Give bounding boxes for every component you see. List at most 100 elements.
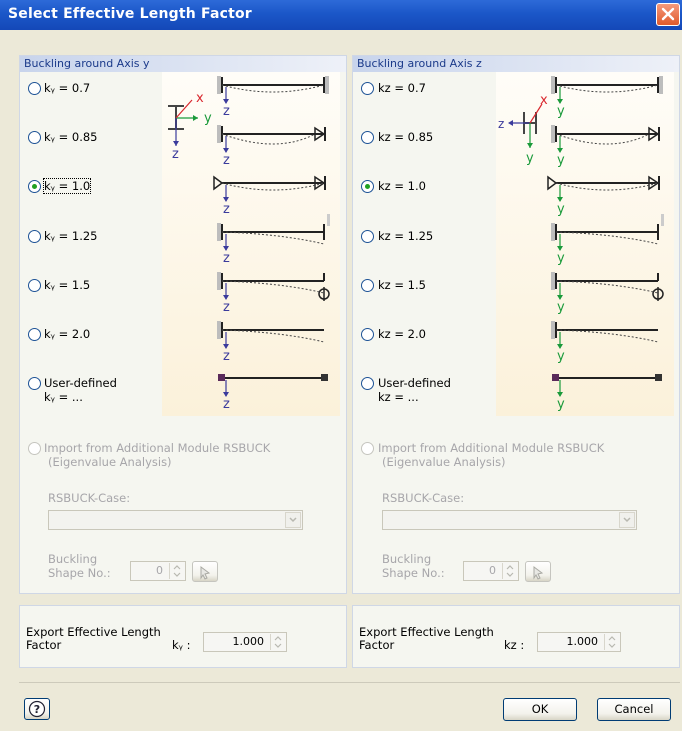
beam-diagram-fixed-pin: z <box>217 125 326 168</box>
axis-label: z <box>223 300 230 315</box>
beam-diagram-fixed-spring: y <box>551 272 664 315</box>
radio-right-option[interactable] <box>361 279 374 292</box>
axis-label: z <box>223 349 230 364</box>
radio-right-option-label: kz = 1.5 <box>378 278 426 292</box>
export-value-z: 1.000 <box>566 635 599 648</box>
radio-user-defined-y[interactable] <box>28 377 41 390</box>
import-sublabel-z: (Eigenvalue Analysis) <box>382 455 506 469</box>
close-icon <box>661 7 675 21</box>
radio-left-option-label: kᵧ = 0.7 <box>44 81 91 95</box>
shape-no-value-y: 0 <box>156 564 163 577</box>
chevron-down-icon <box>619 512 635 528</box>
shape-no-spinner-z[interactable]: 0 <box>463 561 519 581</box>
radio-left-option[interactable] <box>28 131 41 144</box>
spin-arrows-icon <box>270 634 285 650</box>
close-button[interactable] <box>656 3 680 26</box>
axis-icon-y: y x z <box>168 91 212 162</box>
beam-diagram-fixed-fixed: y <box>551 76 663 119</box>
radio-left-option[interactable] <box>28 230 41 243</box>
axis-label: x <box>540 93 548 108</box>
radio-right-option-label: kz = 2.0 <box>378 327 426 341</box>
export-value-y: 1.000 <box>232 635 265 648</box>
beam-diagram-user: y <box>552 374 662 412</box>
rsbuck-case-select-y[interactable] <box>48 510 303 530</box>
axis-label: y <box>526 151 534 166</box>
diagram-axis-z: z x y y y y y y y y <box>496 72 674 416</box>
spin-arrows-icon <box>502 563 517 579</box>
axis-label: y <box>557 349 565 364</box>
export-k-label-y: kᵧ : <box>172 638 191 652</box>
spin-arrows-icon <box>169 563 184 579</box>
window-title: Select Effective Length Factor <box>8 6 252 22</box>
radio-right-option[interactable] <box>361 328 374 341</box>
radio-left-option[interactable] <box>28 82 41 95</box>
rsbuck-case-select-z[interactable] <box>382 510 637 530</box>
axis-label: y <box>557 153 565 168</box>
axis-label: y <box>557 300 565 315</box>
chevron-down-icon <box>285 512 301 528</box>
group-axis-y-title: Buckling around Axis y <box>20 56 346 72</box>
radio-left-option[interactable] <box>28 180 41 193</box>
axis-label: z <box>223 202 230 217</box>
radio-left-option-label: kᵧ = 0.85 <box>44 130 98 144</box>
export-label-z: Export Effective Length <box>359 625 494 639</box>
shape-no-label-z: Shape No.: <box>382 566 445 580</box>
user-defined-sub-z: kz = ... <box>378 390 419 404</box>
shape-no-label-y: Shape No.: <box>48 566 111 580</box>
radio-right-option-label: kz = 0.85 <box>378 130 434 144</box>
ok-button[interactable]: OK <box>503 698 577 721</box>
diagram-axis-y-svg: y x z z z z z z z z <box>168 76 330 412</box>
radio-right-option[interactable] <box>361 82 374 95</box>
help-icon: ? <box>28 700 46 718</box>
axis-label: y <box>557 202 565 217</box>
title-bar[interactable]: Select Effective Length Factor <box>0 0 682 30</box>
export-factor-spinner-y[interactable]: 1.000 <box>203 632 287 652</box>
shape-no-spinner-y[interactable]: 0 <box>130 561 186 581</box>
radio-left-option-label: kᵧ = 2.0 <box>44 327 91 341</box>
pick-shape-button-z[interactable] <box>525 561 551 582</box>
diagram-axis-y: y x z z z z z z z z <box>162 72 340 416</box>
export-k-label-z: kz : <box>504 638 525 652</box>
beam-diagram-pin-pin: z <box>213 175 326 217</box>
radio-right-option[interactable] <box>361 230 374 243</box>
axis-label: z <box>223 104 230 119</box>
radio-import-rsbuck-z[interactable] <box>361 442 374 455</box>
radio-left-option[interactable] <box>28 279 41 292</box>
export-factor-spinner-z[interactable]: 1.000 <box>537 632 621 652</box>
separator <box>19 682 680 683</box>
export-label-y: Export Effective Length <box>26 625 161 639</box>
beam-diagram-fixed-spring: z <box>217 272 330 315</box>
export-sublabel-z: Factor <box>359 638 395 652</box>
axis-label: x <box>196 91 204 106</box>
group-axis-z-title: Buckling around Axis z <box>353 56 679 72</box>
import-label-y: Import from Additional Module RSBUCK <box>44 441 271 455</box>
diagram-axis-z-svg: z x y y y y y y y y <box>498 76 664 412</box>
shape-no-value-z: 0 <box>489 564 496 577</box>
axis-label: y <box>204 111 212 126</box>
beam-diagram-fixed-slide: z <box>217 214 330 266</box>
axis-icon-z: z x y <box>498 93 548 166</box>
axis-label: y <box>557 251 565 266</box>
cancel-button[interactable]: Cancel <box>597 698 671 721</box>
radio-user-defined-z[interactable] <box>361 377 374 390</box>
axis-label: y <box>557 397 565 412</box>
radio-import-rsbuck-y[interactable] <box>28 442 41 455</box>
rsbuck-case-label-y: RSBUCK-Case: <box>48 491 131 505</box>
user-defined-sub-y: kᵧ = ... <box>44 390 83 404</box>
user-defined-label-z: User-defined <box>378 376 451 390</box>
beam-diagram-user: z <box>218 374 328 412</box>
user-defined-label-y: User-defined <box>44 376 117 390</box>
radio-right-option-label: kz = 1.25 <box>378 229 434 243</box>
help-button[interactable]: ? <box>24 698 50 720</box>
radio-right-option[interactable] <box>361 131 374 144</box>
axis-label: y <box>557 104 565 119</box>
radio-left-option[interactable] <box>28 328 41 341</box>
pick-shape-button-y[interactable] <box>192 561 218 582</box>
beam-diagram-fixed-pin: y <box>551 125 660 168</box>
radio-right-option[interactable] <box>361 180 374 193</box>
axis-label: z <box>223 397 230 412</box>
radio-left-option-label: kᵧ = 1.5 <box>44 278 91 292</box>
axis-label: z <box>223 251 230 266</box>
axis-label: z <box>223 153 230 168</box>
axis-label: z <box>172 147 179 162</box>
